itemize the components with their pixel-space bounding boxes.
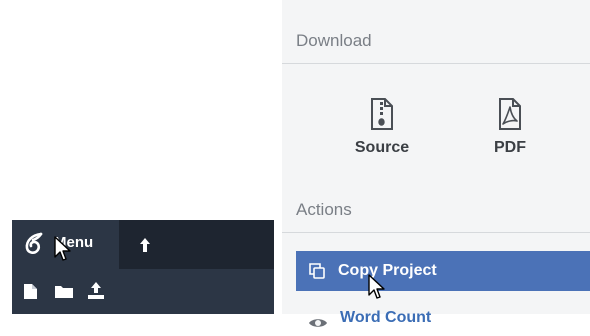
download-section-title: Download [296, 31, 372, 50]
copy-icon [309, 263, 325, 279]
download-pdf-label: PDF [494, 139, 526, 156]
file-tree-toolbar [12, 269, 274, 314]
new-file-icon[interactable] [23, 283, 38, 300]
zip-file-icon [371, 98, 393, 130]
word-count-label: Word Count [340, 309, 432, 326]
menu-button[interactable]: Menu [12, 220, 119, 269]
left-menu-panel: Download Source PDF Actions Copy Project [282, 0, 590, 327]
upload-arrow-icon[interactable] [138, 235, 152, 255]
download-pdf-button[interactable]: PDF [470, 97, 550, 157]
menu-label: Menu [54, 234, 94, 251]
download-source-label: Source [354, 139, 410, 156]
eye-icon [309, 319, 327, 327]
copy-project-button[interactable]: Copy Project [296, 251, 590, 291]
download-source-button[interactable]: Source [342, 97, 422, 157]
pdf-file-icon [499, 98, 521, 130]
copy-project-label: Copy Project [338, 262, 437, 279]
editor-toolbar: Menu [12, 220, 274, 314]
toolbar-header: Menu [12, 220, 274, 269]
word-count-button[interactable]: Word Count [296, 296, 590, 336]
overleaf-leaf-icon [25, 232, 43, 254]
actions-section-title: Actions [296, 200, 352, 219]
divider [282, 232, 590, 233]
new-folder-icon[interactable] [54, 284, 74, 299]
divider [282, 63, 590, 64]
upload-icon[interactable] [87, 281, 105, 300]
